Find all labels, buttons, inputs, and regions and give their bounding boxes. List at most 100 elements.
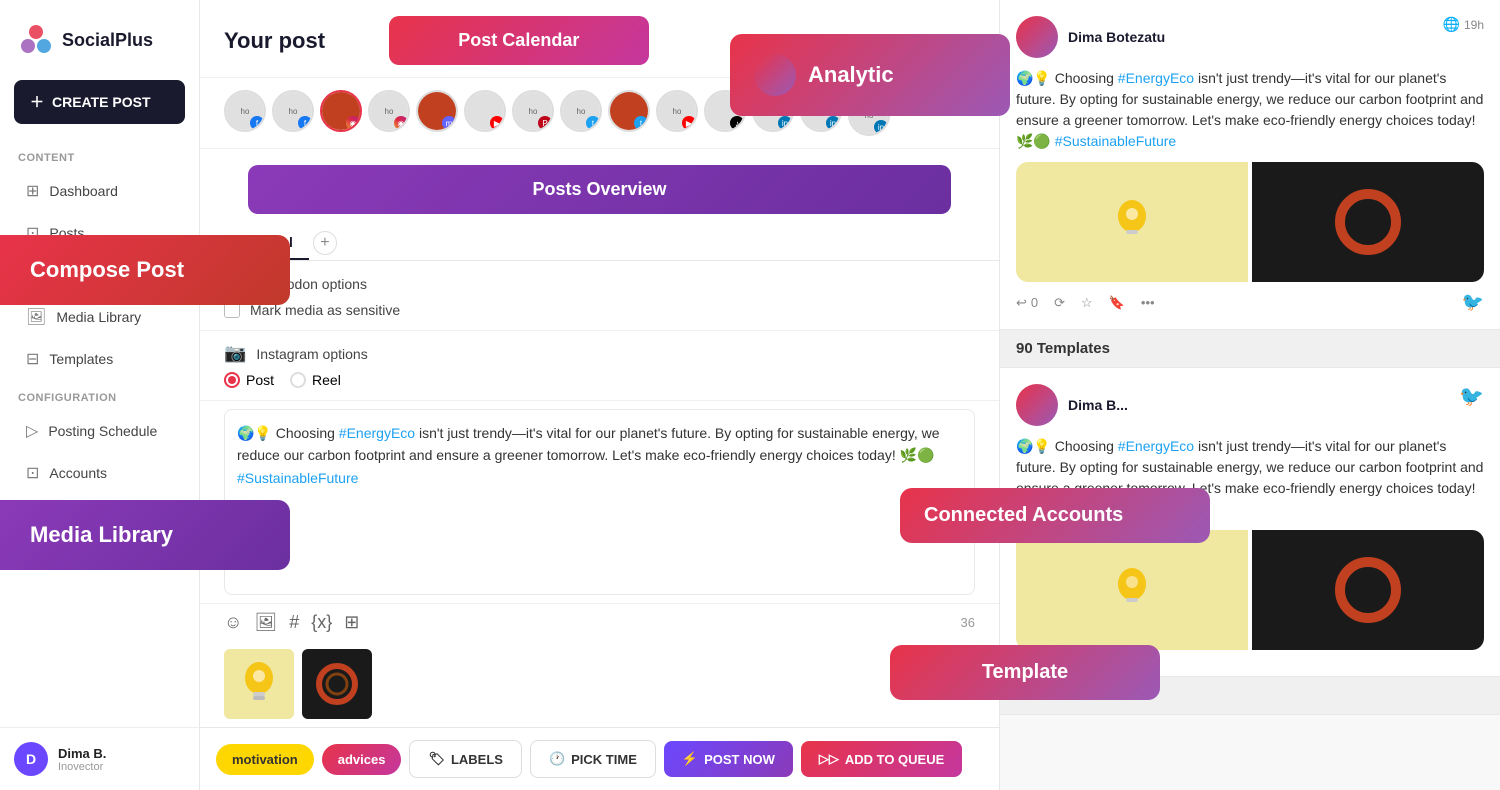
account-avatar-9[interactable]: t [608, 90, 650, 132]
templates-icon: ⊟ [26, 349, 39, 369]
radio-post-dot [224, 372, 240, 388]
linkedin-badge-3: in [874, 120, 888, 134]
sidebar-item-templates[interactable]: ⊟ Templates [8, 339, 191, 379]
bulb-svg-right [1112, 192, 1152, 252]
globe-emoji: 🌍💡 Choosing [237, 425, 339, 441]
twitter-badge: t [586, 116, 600, 130]
templates-section-header: 90 Templates [1000, 330, 1500, 368]
advices-tag[interactable]: advices [322, 744, 402, 775]
bulb-svg-right-2 [1112, 560, 1152, 620]
account-avatar-5[interactable]: m [416, 90, 458, 132]
ring-svg-right-2 [1328, 550, 1408, 630]
account-avatar-3[interactable]: ◉ [320, 90, 362, 132]
compose-post-overlay[interactable]: Compose Post [0, 235, 290, 305]
variable-icon[interactable]: {x} [311, 612, 332, 633]
mastodon-options: 🐘 Mastodon options Mark media as sensiti… [200, 261, 999, 331]
bookmark-action[interactable]: 🔖 [1109, 295, 1125, 311]
post-title: Your post [224, 28, 325, 54]
emoji-icon[interactable]: ☺ [224, 612, 242, 633]
connected-accounts-overlay[interactable]: Connected Accounts [900, 488, 1210, 543]
tweet-images-2 [1016, 530, 1484, 650]
logo-text: SocialPlus [62, 30, 153, 51]
account-avatar-4[interactable]: ho ◉ [368, 90, 410, 132]
pinterest-badge: P [538, 116, 552, 130]
posts-overview-button[interactable]: Posts Overview [248, 165, 951, 214]
account-avatar-8[interactable]: ho t [560, 90, 602, 132]
sidebar-item-label: Media Library [56, 309, 141, 325]
reply-action[interactable]: ↩ 0 [1016, 295, 1038, 311]
sustainable-future-hashtag: #SustainableFuture [237, 470, 358, 486]
char-count: 36 [961, 615, 975, 630]
add-to-queue-button[interactable]: ▷▷ ADD TO QUEUE [801, 741, 962, 777]
plus-icon: ＋ [30, 92, 44, 112]
retweet-action[interactable]: ⟳ [1054, 295, 1065, 311]
facebook-badge-2: f [298, 116, 312, 130]
instagram-badge-2: ◉ [394, 116, 408, 130]
instagram-options: 📷 Instagram options Post Reel [200, 331, 999, 401]
content-section-label: Content [0, 140, 199, 170]
queue-icon: ▷▷ [819, 751, 839, 767]
star-action[interactable]: ☆ [1081, 295, 1093, 311]
add-tab-button[interactable]: + [313, 231, 337, 255]
tweet-images-1 [1016, 162, 1484, 282]
sidebar-item-dashboard[interactable]: ⊞ Dashboard [8, 171, 191, 211]
radio-reel[interactable]: Reel [290, 372, 341, 388]
account-avatar-6[interactable]: ▶ [464, 90, 506, 132]
accounts-icon: ⊡ [26, 463, 39, 483]
main-content: Your post Post Calendar Draft ho f ho f [200, 0, 1000, 790]
tweet-name-1: Dima Botezatu [1068, 29, 1165, 45]
tweet-img-bulb [1016, 162, 1248, 282]
editor-toolbar: ☺ 🖼 # {x} ⊞ 36 [200, 603, 999, 641]
account-avatar-1[interactable]: ho f [224, 90, 266, 132]
tweet-user-1: Dima Botezatu [1016, 16, 1165, 58]
labels-button[interactable]: 🏷 LABELS [409, 740, 522, 778]
account-avatar-7[interactable]: ho P [512, 90, 554, 132]
analytic-overlay[interactable]: Analytic [730, 34, 1010, 116]
pick-time-button[interactable]: 🕐 PICK TIME [530, 740, 656, 778]
youtube-badge: ▶ [490, 116, 504, 130]
instagram-icon: 📷 [224, 343, 246, 364]
sidebar-item-posting-schedule[interactable]: ▷ Posting Schedule [8, 411, 191, 451]
image-strip [200, 641, 999, 727]
post-now-button[interactable]: ⚡ POST NOW [664, 741, 793, 777]
image-thumb-2 [302, 649, 372, 719]
more-action[interactable]: ••• [1141, 295, 1155, 310]
tweet-card-1: Dima Botezatu 🌐 19h 🌍💡 Choosing #EnergyE… [1000, 0, 1500, 330]
tweet-body-1: 🌍💡 Choosing #EnergyEco isn't just trendy… [1016, 68, 1484, 152]
energy-eco-hashtag: #EnergyEco [339, 425, 415, 441]
image-thumb-1 [224, 649, 294, 719]
template-overlay[interactable]: Template [890, 645, 1160, 700]
account-avatar-10[interactable]: ho ▶ [656, 90, 698, 132]
ring-svg-right [1328, 182, 1408, 262]
radio-post[interactable]: Post [224, 372, 274, 388]
post-calendar-button[interactable]: Post Calendar [389, 16, 649, 65]
tweet-img-bulb-2 [1016, 530, 1248, 650]
bottom-bar: motivation advices 🏷 LABELS 🕐 PICK TIME … [200, 727, 999, 790]
radio-reel-dot [290, 372, 306, 388]
analytic-avatar [754, 54, 796, 96]
post-text-area[interactable]: 🌍💡 Choosing #EnergyEco isn't just trendy… [224, 409, 975, 595]
tweet-time-1: 🌐 19h [1443, 16, 1484, 33]
tweet-user-2: Dima B... [1016, 384, 1128, 426]
tweet-img-ring [1252, 162, 1484, 282]
tweet-avatar-1 [1016, 16, 1058, 58]
media-library-overlay[interactable]: Media Library [0, 500, 290, 570]
tabs-row: Original + [200, 218, 999, 261]
sidebar-item-label: Dashboard [49, 183, 118, 199]
tweet-avatar-2 [1016, 384, 1058, 426]
clock-icon: 🕐 [549, 751, 565, 767]
grid-icon[interactable]: ⊞ [344, 612, 359, 633]
account-avatar-2[interactable]: ho f [272, 90, 314, 132]
user-profile[interactable]: D Dima B. Inovector [0, 727, 199, 790]
mastodon-badge: m [442, 116, 456, 130]
motivation-tag[interactable]: motivation [216, 744, 314, 775]
image-icon[interactable]: 🖼 [254, 612, 277, 633]
hashtag-sustainable-1: #SustainableFuture [1055, 133, 1176, 149]
create-post-button[interactable]: ＋ CREATE POST [14, 80, 185, 124]
tweet-img-ring-2 [1252, 530, 1484, 650]
dashboard-icon: ⊞ [26, 181, 39, 201]
linkedin-badge-2: in [826, 116, 840, 130]
hashtag-icon[interactable]: # [289, 612, 299, 633]
sidebar-item-label: Posting Schedule [48, 423, 157, 439]
sidebar-item-accounts[interactable]: ⊡ Accounts [8, 453, 191, 493]
